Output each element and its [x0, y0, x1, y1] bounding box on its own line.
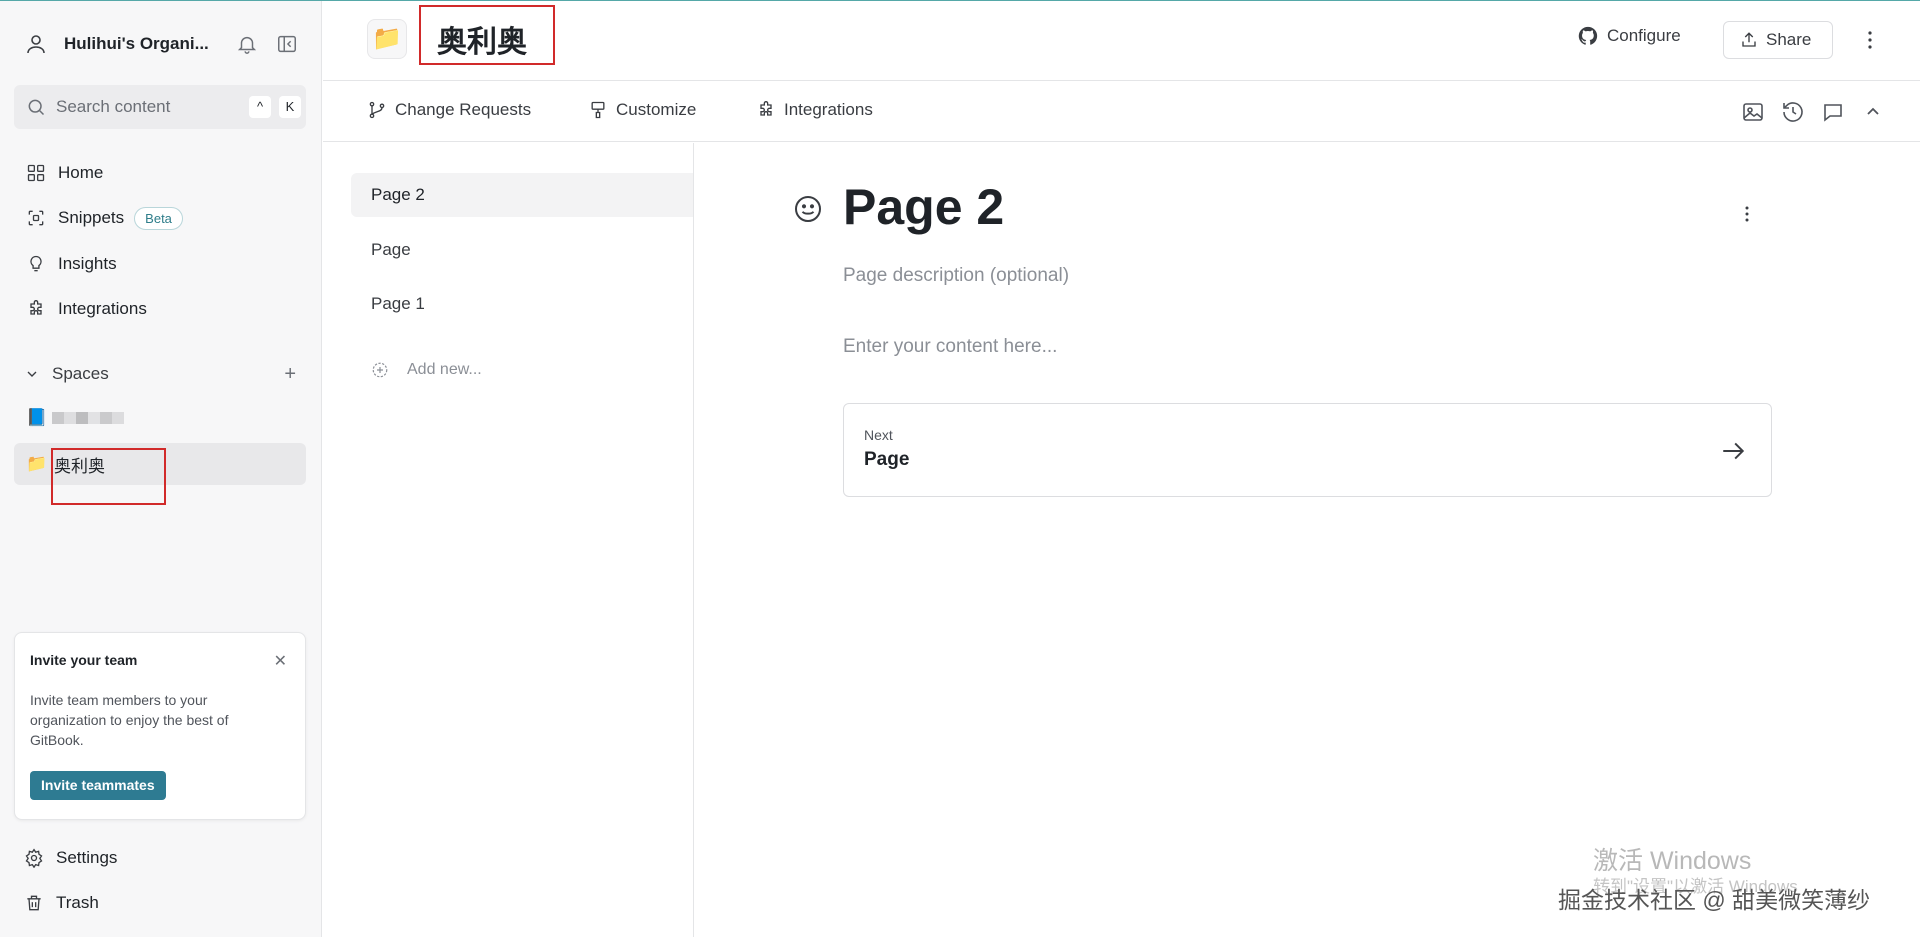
search-placeholder: Search content — [56, 97, 171, 116]
space-header: 📁 奥利奥 Configure Share — [323, 1, 1920, 81]
folder-icon: 📁 — [26, 454, 48, 473]
invite-team-card: Invite your team ✕ Invite team members t… — [14, 632, 306, 820]
tab-label: Change Requests — [395, 100, 532, 119]
tab-label: Integrations — [784, 100, 873, 119]
folder-icon[interactable]: 📁 — [367, 19, 407, 59]
spaces-label: Spaces — [52, 364, 109, 383]
sidebar-item-integrations[interactable]: Integrations — [14, 289, 306, 329]
shortcut-k-key: K — [279, 96, 301, 118]
configure-button[interactable]: Configure — [1577, 25, 1681, 47]
space-emoji: 📘 — [26, 408, 48, 427]
highlight-box — [419, 5, 555, 65]
sidebar-item-insights[interactable]: Insights — [14, 244, 306, 284]
space-tabbar: Change Requests Customize Integrations — [323, 82, 1920, 142]
image-icon[interactable] — [1741, 100, 1765, 124]
branch-icon — [369, 101, 385, 119]
chevron-up-icon[interactable] — [1861, 100, 1885, 124]
share-label: Share — [1766, 30, 1812, 49]
tab-label: Customize — [616, 100, 697, 119]
invite-card-body: Invite team members to your organization… — [30, 692, 229, 748]
sidebar-item-trash[interactable]: Trash — [24, 888, 304, 918]
settings-label: Settings — [56, 848, 118, 867]
sidebar-item-label: Integrations — [58, 299, 147, 318]
page-more-options-icon[interactable] — [1741, 203, 1753, 225]
bell-icon[interactable] — [236, 33, 258, 55]
pages-tree: Page 2 Page Page 1 Add new... — [323, 143, 694, 937]
beta-badge: Beta — [134, 206, 183, 230]
add-new-label: Add new... — [407, 361, 482, 378]
snippet-icon — [28, 210, 44, 226]
page-tree-item[interactable]: Page — [351, 228, 693, 272]
page-title[interactable]: Page 2 — [843, 178, 1004, 236]
page-editor: Page 2 Page description (optional) Enter… — [695, 143, 1920, 937]
invite-card-title: Invite your team — [30, 652, 138, 668]
more-options-icon[interactable] — [1863, 29, 1877, 51]
page-tree-item-active[interactable]: Page 2 — [351, 173, 693, 217]
sidebar-item-home[interactable]: Home — [14, 153, 306, 193]
close-icon[interactable]: ✕ — [274, 651, 287, 671]
sidebar-item-snippets[interactable]: Snippets Beta — [14, 198, 306, 238]
sidebar-item-label: Snippets — [58, 208, 125, 227]
sidebar-space-item[interactable]: 📘 — [14, 397, 306, 439]
arrow-right-icon — [1723, 442, 1745, 460]
page-content-editor[interactable]: Enter your content here... — [843, 336, 1057, 358]
smiley-icon[interactable] — [792, 193, 824, 225]
share-icon — [1742, 32, 1756, 47]
puzzle-icon — [760, 101, 772, 116]
grid-icon — [27, 164, 45, 182]
page-tree-item[interactable]: Page 1 — [351, 282, 693, 326]
invite-teammates-button[interactable]: Invite teammates — [30, 771, 166, 800]
share-button[interactable]: Share — [1723, 21, 1833, 59]
tab-change-requests[interactable]: Change Requests — [367, 100, 531, 120]
sidebar: Hulihui's Organi... Search content ^ K H… — [0, 1, 322, 937]
sidebar-collapse-icon[interactable] — [276, 33, 298, 55]
highlight-box — [51, 448, 166, 505]
search-icon — [28, 99, 45, 116]
site-watermark: 掘金技术社区 @ 甜美微笑薄纱 — [1558, 887, 1871, 913]
chevron-down-icon — [27, 371, 37, 377]
add-space-icon[interactable]: + — [284, 363, 296, 386]
shortcut-ctrl-key: ^ — [249, 96, 271, 118]
next-page-title: Page — [864, 449, 910, 470]
tab-integrations[interactable]: Integrations — [756, 100, 873, 120]
comment-icon[interactable] — [1821, 100, 1845, 124]
trash-icon — [27, 895, 41, 911]
paint-icon — [591, 101, 605, 119]
spaces-section-header[interactable]: Spaces + — [24, 361, 304, 387]
puzzle-icon — [30, 300, 42, 315]
configure-label: Configure — [1607, 26, 1681, 45]
sidebar-item-label: Insights — [58, 254, 117, 273]
add-circle-icon — [372, 362, 388, 378]
next-page-card[interactable]: Next Page — [843, 403, 1772, 497]
user-icon — [27, 35, 45, 54]
sidebar-item-label: Home — [58, 163, 104, 182]
org-name: Hulihui's Organi... — [64, 34, 209, 53]
add-new-page-button[interactable]: Add new... — [371, 361, 482, 379]
page-description-field[interactable]: Page description (optional) — [843, 265, 1069, 287]
github-icon — [1578, 26, 1598, 45]
insights-icon — [30, 255, 42, 272]
sidebar-item-settings[interactable]: Settings — [24, 843, 304, 873]
history-icon[interactable] — [1781, 100, 1805, 124]
blurred-space-name — [52, 412, 124, 424]
search-box[interactable]: Search content ^ K — [14, 85, 306, 129]
tab-customize[interactable]: Customize — [588, 100, 696, 120]
org-switcher[interactable]: Hulihui's Organi... — [24, 29, 304, 59]
gear-icon — [25, 848, 43, 868]
next-label: Next — [864, 427, 893, 443]
trash-label: Trash — [56, 893, 99, 912]
